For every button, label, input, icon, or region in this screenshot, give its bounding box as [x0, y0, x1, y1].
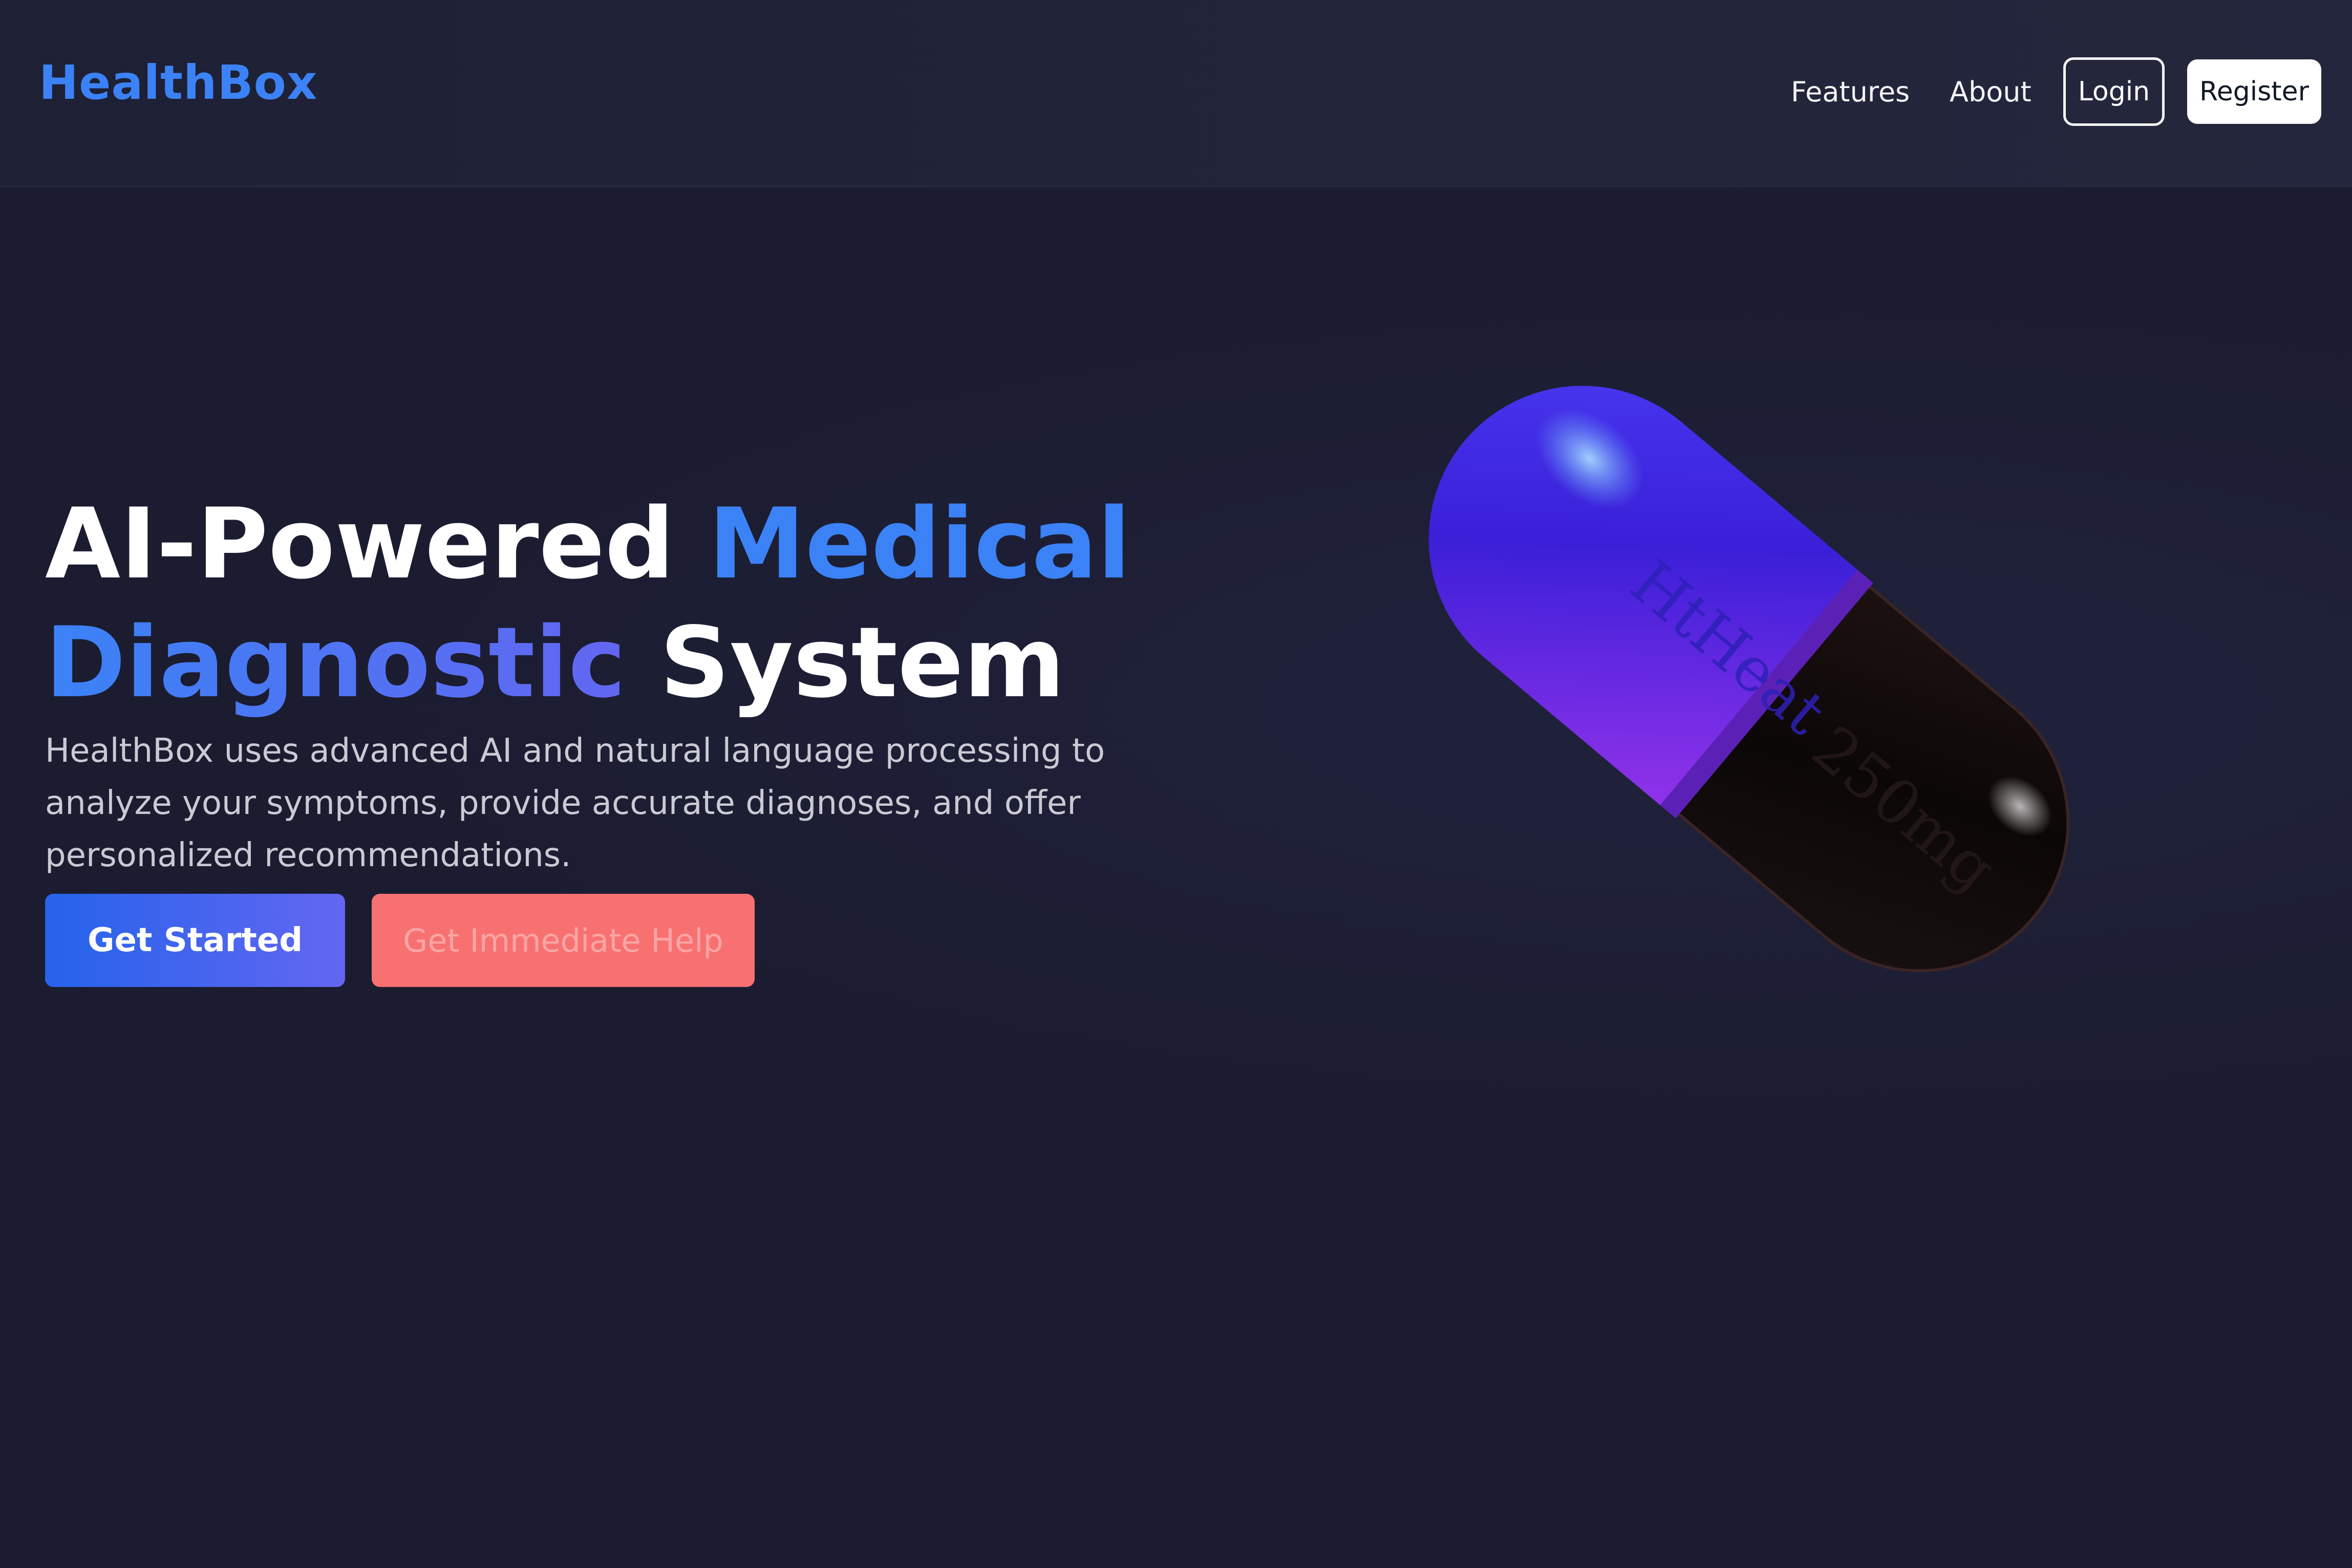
- get-started-button[interactable]: Get Started: [45, 894, 345, 987]
- hero-title-part2: Medical: [708, 487, 1131, 601]
- get-immediate-help-button[interactable]: Get Immediate Help: [372, 894, 755, 987]
- login-button[interactable]: Login: [2063, 57, 2165, 126]
- hero-title-part1: AI-Powered: [45, 487, 675, 601]
- hero-description: HealthBox uses advanced AI and natural l…: [45, 732, 1105, 874]
- nav-link-about[interactable]: About: [1950, 76, 2032, 108]
- nav-link-features[interactable]: Features: [1791, 76, 1910, 108]
- capsule-pill-image: HtHeat 250mg: [1428, 385, 2070, 973]
- lower-section: [0, 1221, 2352, 1568]
- logo[interactable]: HealthBox: [39, 55, 317, 110]
- register-button[interactable]: Register: [2187, 59, 2321, 124]
- top-navbar: HealthBox Features About Login Register: [0, 0, 2352, 187]
- hero-title: AI-Powered Medical Diagnostic System: [45, 485, 1131, 722]
- hero-title-part3: Diagnostic: [45, 606, 626, 720]
- hero-title-part4: System: [659, 606, 1065, 720]
